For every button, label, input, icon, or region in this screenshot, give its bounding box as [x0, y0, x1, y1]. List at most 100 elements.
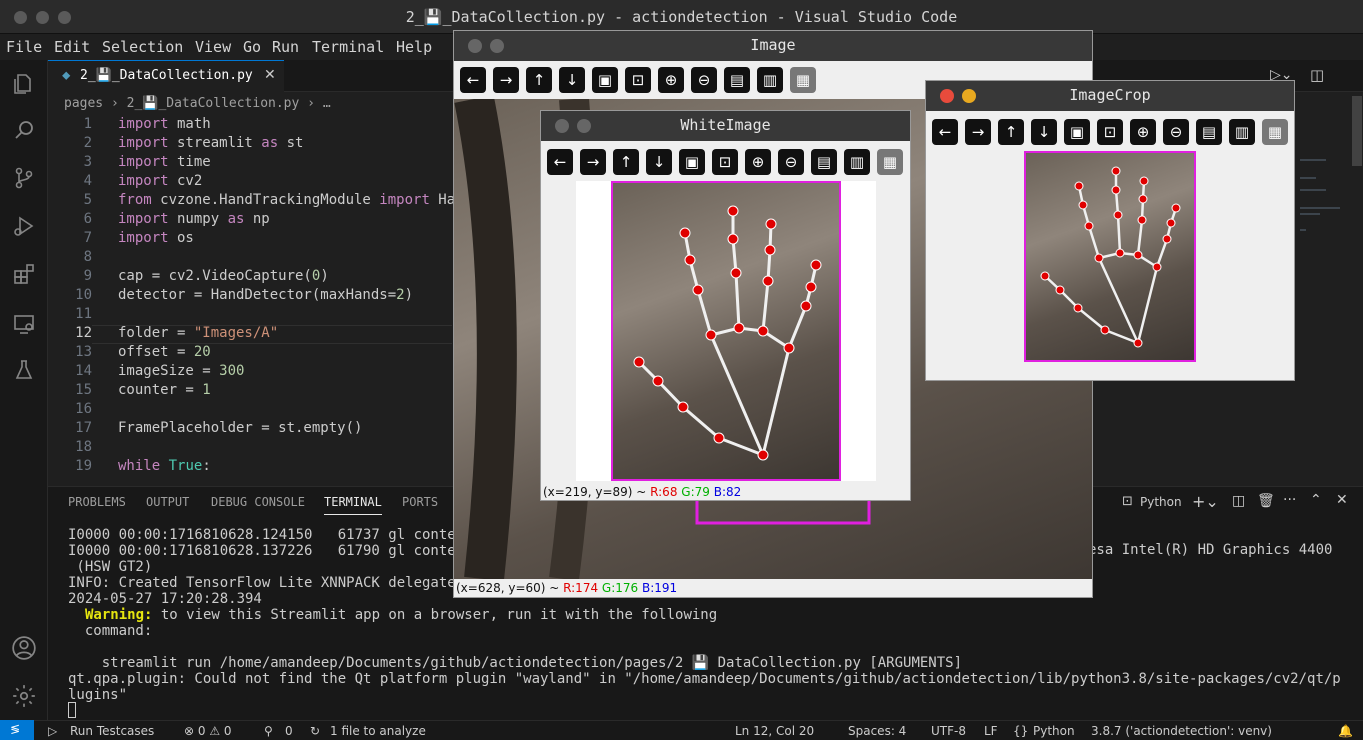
- search-icon[interactable]: [10, 116, 38, 144]
- more-actions-icon[interactable]: ···: [1283, 492, 1296, 508]
- remote-indicator[interactable]: ≶: [0, 720, 34, 740]
- pan-down-icon[interactable]: ↓: [646, 149, 672, 175]
- save-icon[interactable]: ▤: [811, 149, 837, 175]
- pan-right-icon[interactable]: →: [493, 67, 519, 93]
- pan-left-icon[interactable]: ←: [547, 149, 573, 175]
- settings-gear-icon[interactable]: [10, 682, 38, 710]
- zoom-out-icon[interactable]: ⊖: [691, 67, 717, 93]
- properties-icon[interactable]: ▦: [877, 149, 903, 175]
- editor-tab[interactable]: ⬥ 2_💾_DataCollection.py ✕: [48, 60, 284, 92]
- pan-down-icon[interactable]: ↓: [559, 67, 585, 93]
- code-line[interactable]: import cv2: [118, 173, 202, 189]
- zoom-in-icon[interactable]: ⊕: [1130, 119, 1156, 145]
- code-line[interactable]: folder = "Images/A": [118, 325, 278, 341]
- menu-terminal[interactable]: Terminal: [312, 38, 384, 56]
- cv-image-minimize-icon[interactable]: [490, 39, 504, 53]
- tab-ports[interactable]: PORTS: [402, 495, 438, 509]
- menu-help[interactable]: Help: [396, 38, 432, 56]
- interpreter[interactable]: 3.8.7 ('actiondetection': venv): [1091, 724, 1272, 738]
- pan-left-icon[interactable]: ←: [932, 119, 958, 145]
- tab-debug-console[interactable]: DEBUG CONSOLE: [211, 495, 305, 509]
- clipboard-icon[interactable]: ▥: [757, 67, 783, 93]
- code-line[interactable]: import numpy as np: [118, 211, 270, 227]
- new-terminal-icon[interactable]: +⌄: [1192, 492, 1219, 511]
- code-line[interactable]: FramePlaceholder = st.empty(): [118, 420, 362, 436]
- tab-output[interactable]: OUTPUT: [146, 495, 189, 509]
- zoom-in-icon[interactable]: ⊕: [745, 149, 771, 175]
- code-line[interactable]: import math: [118, 116, 211, 132]
- pan-right-icon[interactable]: →: [580, 149, 606, 175]
- explorer-icon[interactable]: [10, 70, 38, 98]
- notifications-icon[interactable]: 🔔: [1338, 724, 1353, 738]
- source-control-icon[interactable]: [10, 164, 38, 192]
- menu-run[interactable]: Run: [272, 38, 299, 56]
- breadcrumb[interactable]: pages › 2_💾_DataCollection.py › …: [64, 96, 331, 111]
- pan-up-icon[interactable]: ↑: [613, 149, 639, 175]
- code-line[interactable]: import streamlit as st: [118, 135, 303, 151]
- code-line[interactable]: offset = 20: [118, 344, 211, 360]
- cursor-position[interactable]: Ln 12, Col 20: [735, 724, 814, 738]
- terminal-shell-label[interactable]: Python: [1140, 495, 1182, 509]
- editor-scrollbar[interactable]: [1352, 96, 1362, 166]
- run-testcases-icon[interactable]: ▷: [48, 724, 57, 738]
- remote-explorer-icon[interactable]: [10, 310, 38, 338]
- cv-white-minimize-icon[interactable]: [577, 119, 591, 133]
- cv-window-whiteimage[interactable]: WhiteImage ← → ↑ ↓ ▣ ⊡ ⊕ ⊖ ▤ ▥ ▦ (x=219,…: [540, 110, 911, 501]
- code-line[interactable]: cap = cv2.VideoCapture(0): [118, 268, 329, 284]
- zoom-out-icon[interactable]: ⊖: [1163, 119, 1189, 145]
- cv-crop-minimize-icon[interactable]: [962, 89, 976, 103]
- code-line[interactable]: counter = 1: [118, 382, 211, 398]
- ports-icon[interactable]: ⚲: [264, 724, 273, 738]
- clipboard-icon[interactable]: ▥: [844, 149, 870, 175]
- code-line[interactable]: import os: [118, 230, 194, 246]
- pan-right-icon[interactable]: →: [965, 119, 991, 145]
- pan-up-icon[interactable]: ↑: [526, 67, 552, 93]
- tab-terminal[interactable]: TERMINAL: [324, 495, 382, 515]
- code-line[interactable]: while True:: [118, 458, 211, 474]
- menu-go[interactable]: Go: [243, 38, 261, 56]
- pan-down-icon[interactable]: ↓: [1031, 119, 1057, 145]
- language-mode[interactable]: Python: [1033, 724, 1075, 738]
- split-terminal-icon[interactable]: ◫: [1232, 493, 1245, 509]
- eol[interactable]: LF: [984, 724, 998, 738]
- menu-selection[interactable]: Selection: [102, 38, 183, 56]
- minimap[interactable]: [1296, 150, 1356, 250]
- cv-window-imagecrop[interactable]: ImageCrop ← → ↑ ↓ ▣ ⊡ ⊕ ⊖ ▤ ▥ ▦: [925, 80, 1295, 381]
- problems-count[interactable]: ⊗ 0 ⚠ 0: [184, 724, 232, 738]
- code-line[interactable]: imageSize = 300: [118, 363, 244, 379]
- cv-crop-titlebar[interactable]: ImageCrop: [926, 81, 1294, 111]
- run-testcases[interactable]: Run Testcases: [70, 724, 154, 738]
- zoom-original-icon[interactable]: ⊡: [625, 67, 651, 93]
- zoom-original-icon[interactable]: ⊡: [712, 149, 738, 175]
- ports-count[interactable]: 0: [285, 724, 293, 738]
- cv-white-close-icon[interactable]: [555, 119, 569, 133]
- zoom-in-icon[interactable]: ⊕: [658, 67, 684, 93]
- properties-icon[interactable]: ▦: [1262, 119, 1288, 145]
- testing-icon[interactable]: [10, 356, 38, 384]
- code-line[interactable]: from cvzone.HandTrackingModule import Ha: [118, 192, 455, 208]
- tab-problems[interactable]: PROBLEMS: [68, 495, 126, 509]
- code-line[interactable]: import time: [118, 154, 211, 170]
- menu-edit[interactable]: Edit: [54, 38, 90, 56]
- kill-terminal-icon[interactable]: 🗑: [1257, 493, 1275, 509]
- split-editor-icon[interactable]: ◫: [1310, 66, 1324, 84]
- close-tab-icon[interactable]: ✕: [264, 67, 276, 83]
- close-panel-icon[interactable]: ✕: [1336, 492, 1348, 508]
- run-debug-icon[interactable]: [10, 212, 38, 240]
- white-canvas[interactable]: [576, 181, 876, 481]
- menu-file[interactable]: File: [6, 38, 42, 56]
- cv-image-close-icon[interactable]: [468, 39, 482, 53]
- analyze-status[interactable]: 1 file to analyze: [330, 724, 426, 738]
- cropped-hand-image[interactable]: [1024, 151, 1196, 362]
- cv-crop-close-icon[interactable]: [940, 89, 954, 103]
- clipboard-icon[interactable]: ▥: [1229, 119, 1255, 145]
- cv-white-titlebar[interactable]: WhiteImage: [541, 111, 910, 141]
- extensions-icon[interactable]: [10, 260, 38, 288]
- indentation[interactable]: Spaces: 4: [848, 724, 906, 738]
- cv-image-titlebar[interactable]: Image: [454, 31, 1092, 61]
- zoom-original-icon[interactable]: ⊡: [1097, 119, 1123, 145]
- zoom-fit-icon[interactable]: ▣: [679, 149, 705, 175]
- zoom-fit-icon[interactable]: ▣: [1064, 119, 1090, 145]
- encoding[interactable]: UTF-8: [931, 724, 966, 738]
- properties-icon[interactable]: ▦: [790, 67, 816, 93]
